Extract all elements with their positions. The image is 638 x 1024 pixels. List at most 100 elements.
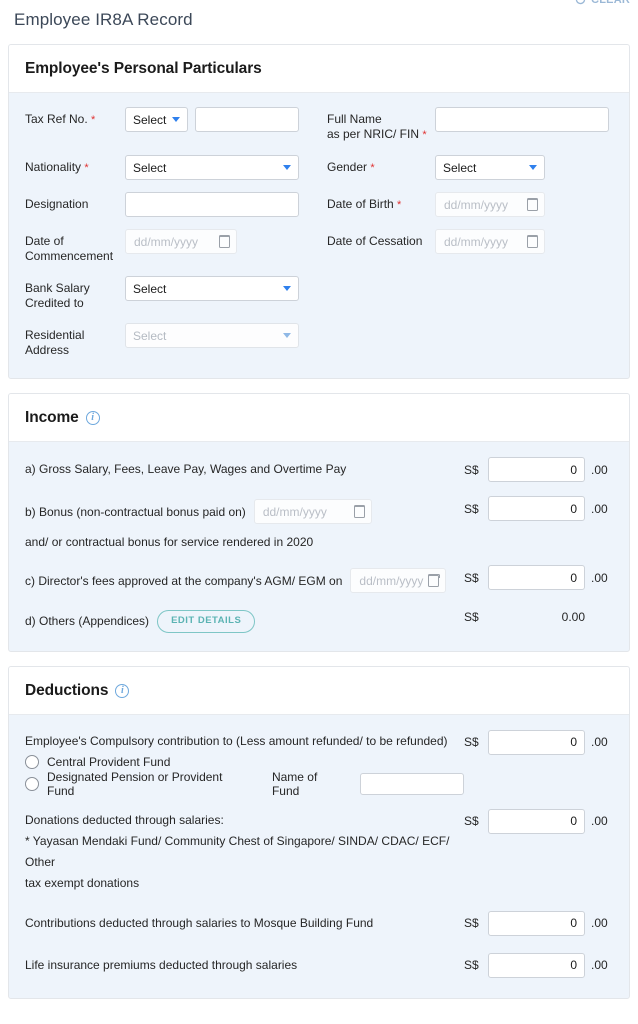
personal-particulars-body: Tax Ref No. * Select Full Name as per NR… xyxy=(9,93,629,378)
tax-ref-type-select[interactable]: Select xyxy=(125,107,188,132)
radio-option-cpf[interactable]: Central Provident Fund xyxy=(25,755,464,769)
gender-label: Gender * xyxy=(327,155,435,176)
form-row: Residential Address Select xyxy=(25,323,613,358)
date-of-commencement-placeholder: dd/mm/yyyy xyxy=(134,235,198,249)
required-mark: * xyxy=(370,162,374,174)
gender-value: Select xyxy=(443,161,476,175)
deductions-title: Deductions xyxy=(25,682,108,700)
tax-ref-field: Tax Ref No. * Select xyxy=(25,107,327,143)
date-of-cessation-input[interactable]: dd/mm/yyyy xyxy=(435,229,545,254)
compulsory-amount: S$ 0 .00 xyxy=(464,729,613,755)
residential-address-value: Select xyxy=(133,329,166,343)
income-row-c: c) Director's fees approved at the compa… xyxy=(25,564,613,593)
full-name-input[interactable] xyxy=(435,107,609,132)
income-b-amount: S$ 0 .00 xyxy=(464,495,613,521)
income-row-d: d) Others (Appendices) EDIT DETAILS S$ 0… xyxy=(25,606,613,633)
calendar-icon[interactable] xyxy=(428,575,439,587)
income-a-input[interactable]: 0 xyxy=(488,457,585,482)
calendar-icon[interactable] xyxy=(527,236,538,248)
life-insurance-amount: S$ 0 .00 xyxy=(464,952,613,978)
residential-address-label: Residential Address xyxy=(25,323,125,358)
decimal-label: .00 xyxy=(591,958,613,972)
bonus-date-placeholder: dd/mm/yyyy xyxy=(263,503,327,521)
currency-label: S$ xyxy=(464,735,482,749)
tax-ref-type-value: Select xyxy=(133,113,166,127)
calendar-icon[interactable] xyxy=(219,236,230,248)
tax-ref-number-input[interactable] xyxy=(195,107,299,132)
designation-input[interactable] xyxy=(125,192,299,217)
life-insurance-input[interactable]: 0 xyxy=(488,953,585,978)
income-body: a) Gross Salary, Fees, Leave Pay, Wages … xyxy=(9,442,629,651)
currency-label: S$ xyxy=(464,571,482,585)
income-b-input[interactable]: 0 xyxy=(488,496,585,521)
form-row: Nationality * Select Gender * Select xyxy=(25,155,613,180)
radio-icon[interactable] xyxy=(25,777,39,791)
decimal-label: .00 xyxy=(591,571,613,585)
donations-input[interactable]: 0 xyxy=(488,809,585,834)
director-fees-date-input[interactable]: dd/mm/yyyy xyxy=(350,568,446,593)
personal-particulars-card: Employee's Personal Particulars Tax Ref … xyxy=(8,44,630,379)
bank-salary-select[interactable]: Select xyxy=(125,276,299,301)
donations-amount: S$ 0 .00 xyxy=(464,808,613,834)
gender-select[interactable]: Select xyxy=(435,155,545,180)
residential-address-select[interactable]: Select xyxy=(125,323,299,348)
income-row-a: a) Gross Salary, Fees, Leave Pay, Wages … xyxy=(25,456,613,482)
income-header: Income i xyxy=(9,394,629,442)
form-row: Bank Salary Credited to Select xyxy=(25,276,613,311)
deductions-row-mosque: Contributions deducted through salaries … xyxy=(25,910,613,936)
page-title: Employee IR8A Record xyxy=(14,6,624,34)
income-title: Income xyxy=(25,409,79,427)
chevron-down-icon xyxy=(283,165,291,170)
decimal-label: .00 xyxy=(591,463,613,477)
fund-name-input[interactable] xyxy=(360,773,464,795)
income-a-amount: S$ 0 .00 xyxy=(464,456,613,482)
date-of-cessation-field: Date of Cessation dd/mm/yyyy xyxy=(327,229,613,264)
edit-details-button[interactable]: EDIT DETAILS xyxy=(157,610,255,633)
chevron-down-icon xyxy=(283,333,291,338)
personal-particulars-header: Employee's Personal Particulars xyxy=(9,45,629,93)
income-d-value: 0.00 xyxy=(488,610,585,624)
required-mark: * xyxy=(422,129,426,141)
full-name-field: Full Name as per NRIC/ FIN * xyxy=(327,107,613,143)
currency-label: S$ xyxy=(464,958,482,972)
chevron-down-icon xyxy=(529,165,537,170)
personal-particulars-title: Employee's Personal Particulars xyxy=(25,60,262,78)
income-b-subtext: and/ or contractual bonus for service re… xyxy=(25,530,613,553)
required-mark: * xyxy=(397,199,401,211)
fund-name-label: Name of Fund xyxy=(272,770,344,798)
income-d-label: d) Others (Appendices) EDIT DETAILS xyxy=(25,606,464,633)
deductions-row-compulsory: Employee's Compulsory contribution to (L… xyxy=(25,729,613,798)
compulsory-input[interactable]: 0 xyxy=(488,730,585,755)
bank-salary-field: Bank Salary Credited to Select xyxy=(25,276,327,311)
income-c-label: c) Director's fees approved at the compa… xyxy=(25,564,464,593)
nationality-select[interactable]: Select xyxy=(125,155,299,180)
info-icon[interactable]: i xyxy=(86,411,100,425)
clear-button[interactable]: CLEAR xyxy=(574,0,630,6)
date-of-birth-placeholder: dd/mm/yyyy xyxy=(444,198,508,212)
radio-icon[interactable] xyxy=(25,755,39,769)
deductions-body: Employee's Compulsory contribution to (L… xyxy=(9,715,629,998)
form-row: Designation Date of Birth * dd/mm/yyyy xyxy=(25,192,613,217)
income-card: Income i a) Gross Salary, Fees, Leave Pa… xyxy=(8,393,630,652)
designation-label: Designation xyxy=(25,192,125,212)
decimal-label: .00 xyxy=(591,502,613,516)
bank-salary-label: Bank Salary Credited to xyxy=(25,276,125,311)
required-mark: * xyxy=(84,162,88,174)
mosque-input[interactable]: 0 xyxy=(488,911,585,936)
date-of-commencement-input[interactable]: dd/mm/yyyy xyxy=(125,229,237,254)
calendar-icon[interactable] xyxy=(527,199,538,211)
gender-field: Gender * Select xyxy=(327,155,613,180)
income-c-amount: S$ 0 .00 xyxy=(464,564,613,590)
income-row-b: b) Bonus (non-contractual bonus paid on)… xyxy=(25,495,613,524)
top-bar: Employee IR8A Record CLEAR xyxy=(0,0,638,44)
chevron-down-icon xyxy=(283,286,291,291)
deductions-header: Deductions i xyxy=(9,667,629,715)
date-of-birth-input[interactable]: dd/mm/yyyy xyxy=(435,192,545,217)
income-c-input[interactable]: 0 xyxy=(488,565,585,590)
info-icon[interactable]: i xyxy=(115,684,129,698)
compulsory-label: Employee's Compulsory contribution to (L… xyxy=(25,729,464,752)
bonus-date-input[interactable]: dd/mm/yyyy xyxy=(254,499,372,524)
radio-option-pension[interactable]: Designated Pension or Provident Fund Nam… xyxy=(25,770,464,798)
calendar-icon[interactable] xyxy=(354,506,365,518)
bank-salary-value: Select xyxy=(133,282,166,296)
